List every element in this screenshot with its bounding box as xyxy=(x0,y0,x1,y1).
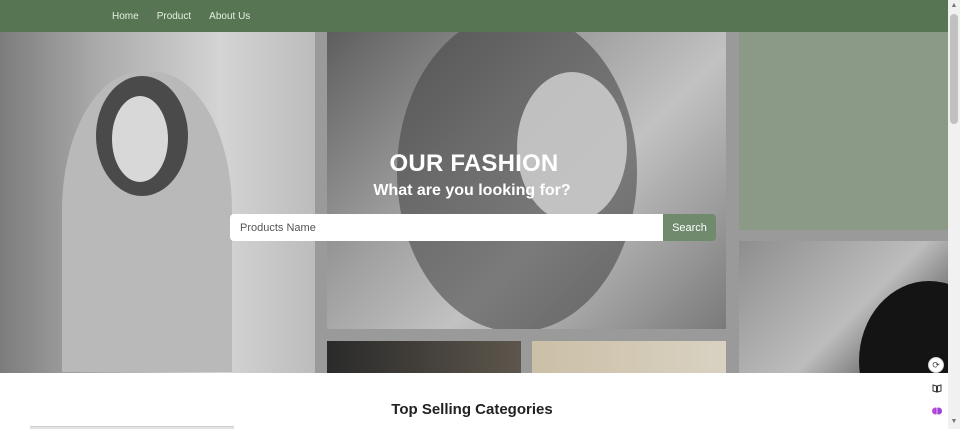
hero-photo-center xyxy=(327,32,726,329)
hero-title: OUR FASHION xyxy=(389,150,559,177)
nav-link-product[interactable]: Product xyxy=(157,11,191,22)
product-search-bar: Search xyxy=(230,214,716,241)
top-navbar: Home Product About Us xyxy=(0,0,948,32)
refresh-icon[interactable]: ⟳ xyxy=(928,357,944,373)
hero-photo-right xyxy=(739,241,948,373)
hero-banner: OUR FASHION What are you looking for? Se… xyxy=(0,32,948,373)
page-scrollbar[interactable]: ▲ ▼ xyxy=(948,0,960,429)
top-selling-categories-heading: Top Selling Categories xyxy=(391,401,553,418)
search-button[interactable]: Search xyxy=(663,214,716,241)
hero-tile-green xyxy=(739,32,948,230)
nav-link-home[interactable]: Home xyxy=(112,11,139,22)
hero-subtitle: What are you looking for? xyxy=(373,182,571,199)
hero-photo-bottom-right xyxy=(532,341,726,373)
product-search-input[interactable] xyxy=(230,214,663,241)
scroll-down-arrow-icon[interactable]: ▼ xyxy=(948,416,960,428)
hero-photo-bottom-left xyxy=(327,341,521,373)
scroll-up-arrow-icon[interactable]: ▲ xyxy=(948,0,960,12)
nav-link-about-us[interactable]: About Us xyxy=(209,11,250,22)
book-icon[interactable] xyxy=(929,380,945,396)
scrollbar-thumb[interactable] xyxy=(950,14,958,124)
brain-icon[interactable] xyxy=(929,403,945,419)
hero-photo-left xyxy=(0,32,315,373)
